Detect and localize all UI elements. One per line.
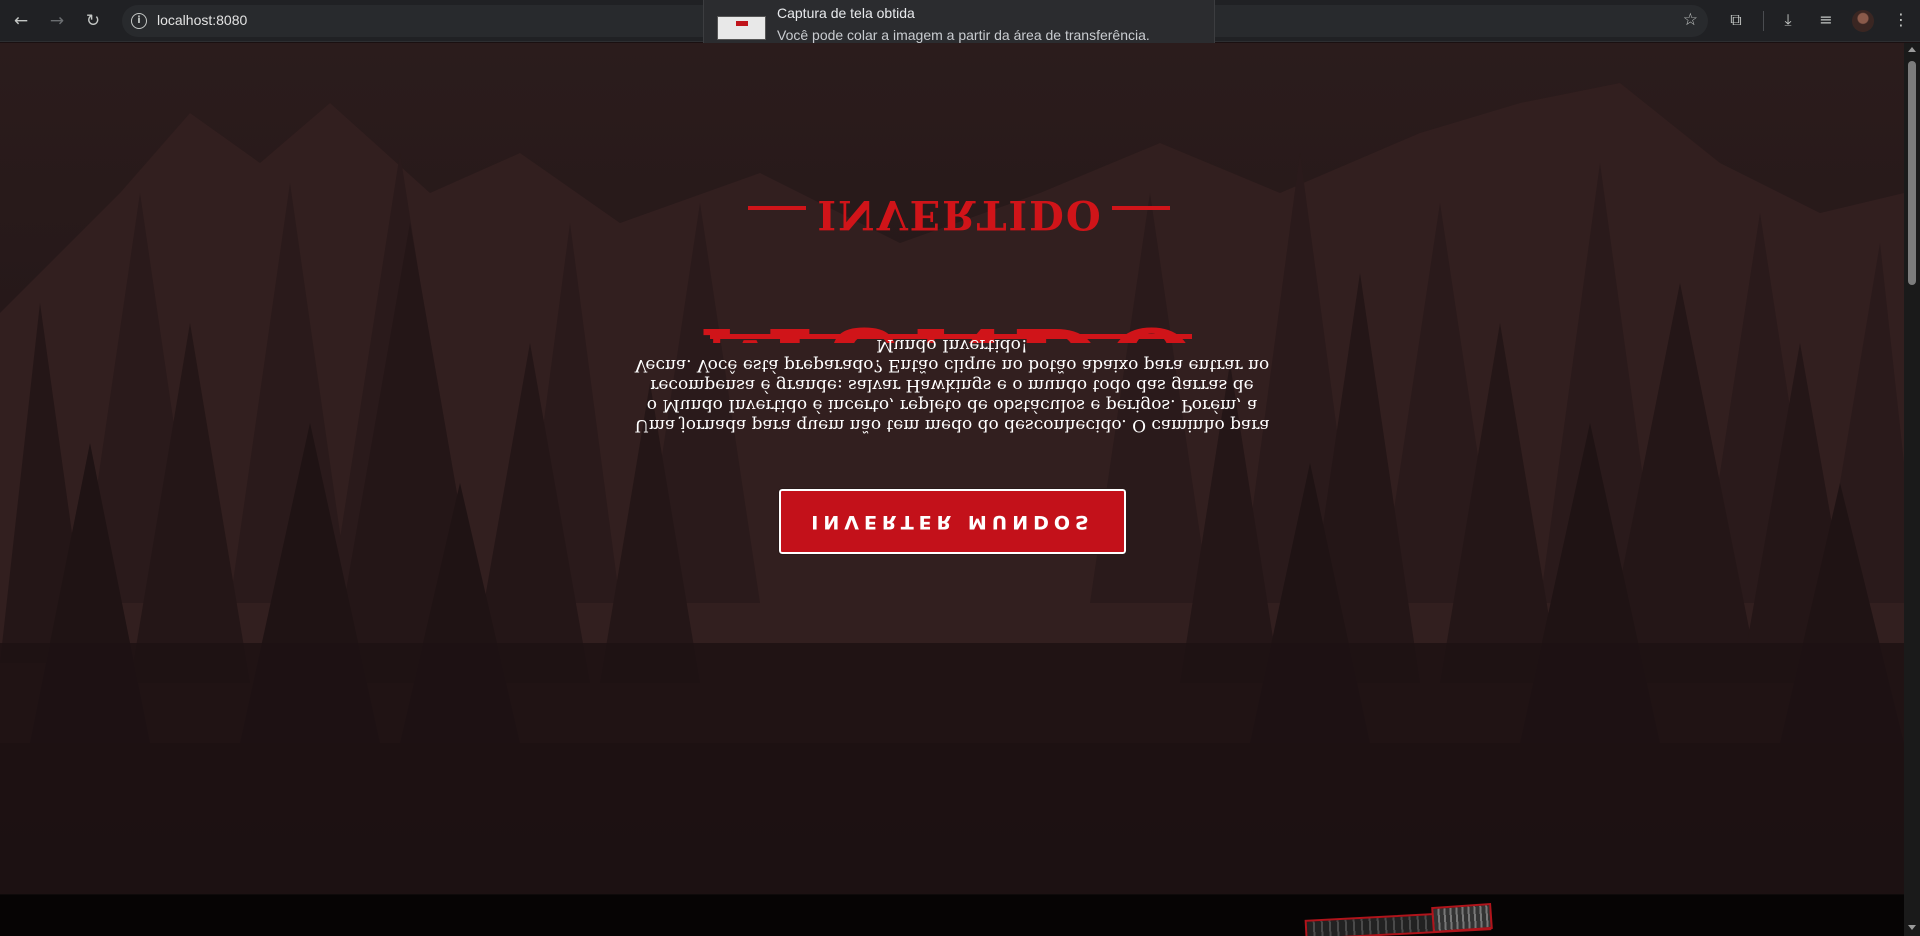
address-url[interactable]: localhost:8080 [157,12,247,28]
avatar[interactable] [1852,10,1874,32]
mundo-invertido-logo: INVERTIDO MUNDO [699,143,1200,427]
back-arrow-icon[interactable]: ← [9,9,33,33]
logo-top-text: INVERTIDO [817,191,1102,238]
page-scrollbar[interactable] [1904,43,1920,936]
reload-icon[interactable]: ↻ [81,9,105,33]
toolbar-divider [1763,11,1764,31]
scroll-up-icon[interactable] [1908,47,1916,52]
toast-message: Você pode colar a imagem a partir da áre… [777,27,1150,43]
film-strip-graphic-2 [1431,902,1493,934]
forward-arrow-icon[interactable]: → [45,9,69,33]
media-playlist-icon[interactable]: ≡ [1815,9,1837,31]
toast-title: Captura de tela obtida [777,5,915,21]
bookmark-star-icon[interactable]: ☆ [1683,10,1698,30]
scroll-down-icon[interactable] [1908,925,1916,930]
invert-worlds-button[interactable]: INVERTER MUNDOS [778,488,1127,555]
invert-worlds-label: INVERTER MUNDOS [811,511,1094,533]
kebab-menu-icon[interactable]: ⋮ [1893,9,1909,31]
page-footer [0,894,1904,936]
screenshot-thumbnail [717,16,766,40]
extensions-icon[interactable]: ⧉ [1725,9,1747,31]
intro-paragraph: Uma jornada para quem não tem medo do de… [634,335,1270,435]
page-viewport: INVERTIDO MUNDO Uma jornada para quem nã… [0,43,1904,936]
scrollbar-thumb[interactable] [1908,61,1916,285]
site-info-icon[interactable]: i [131,13,147,29]
download-icon[interactable]: ⤓ [1777,9,1799,31]
